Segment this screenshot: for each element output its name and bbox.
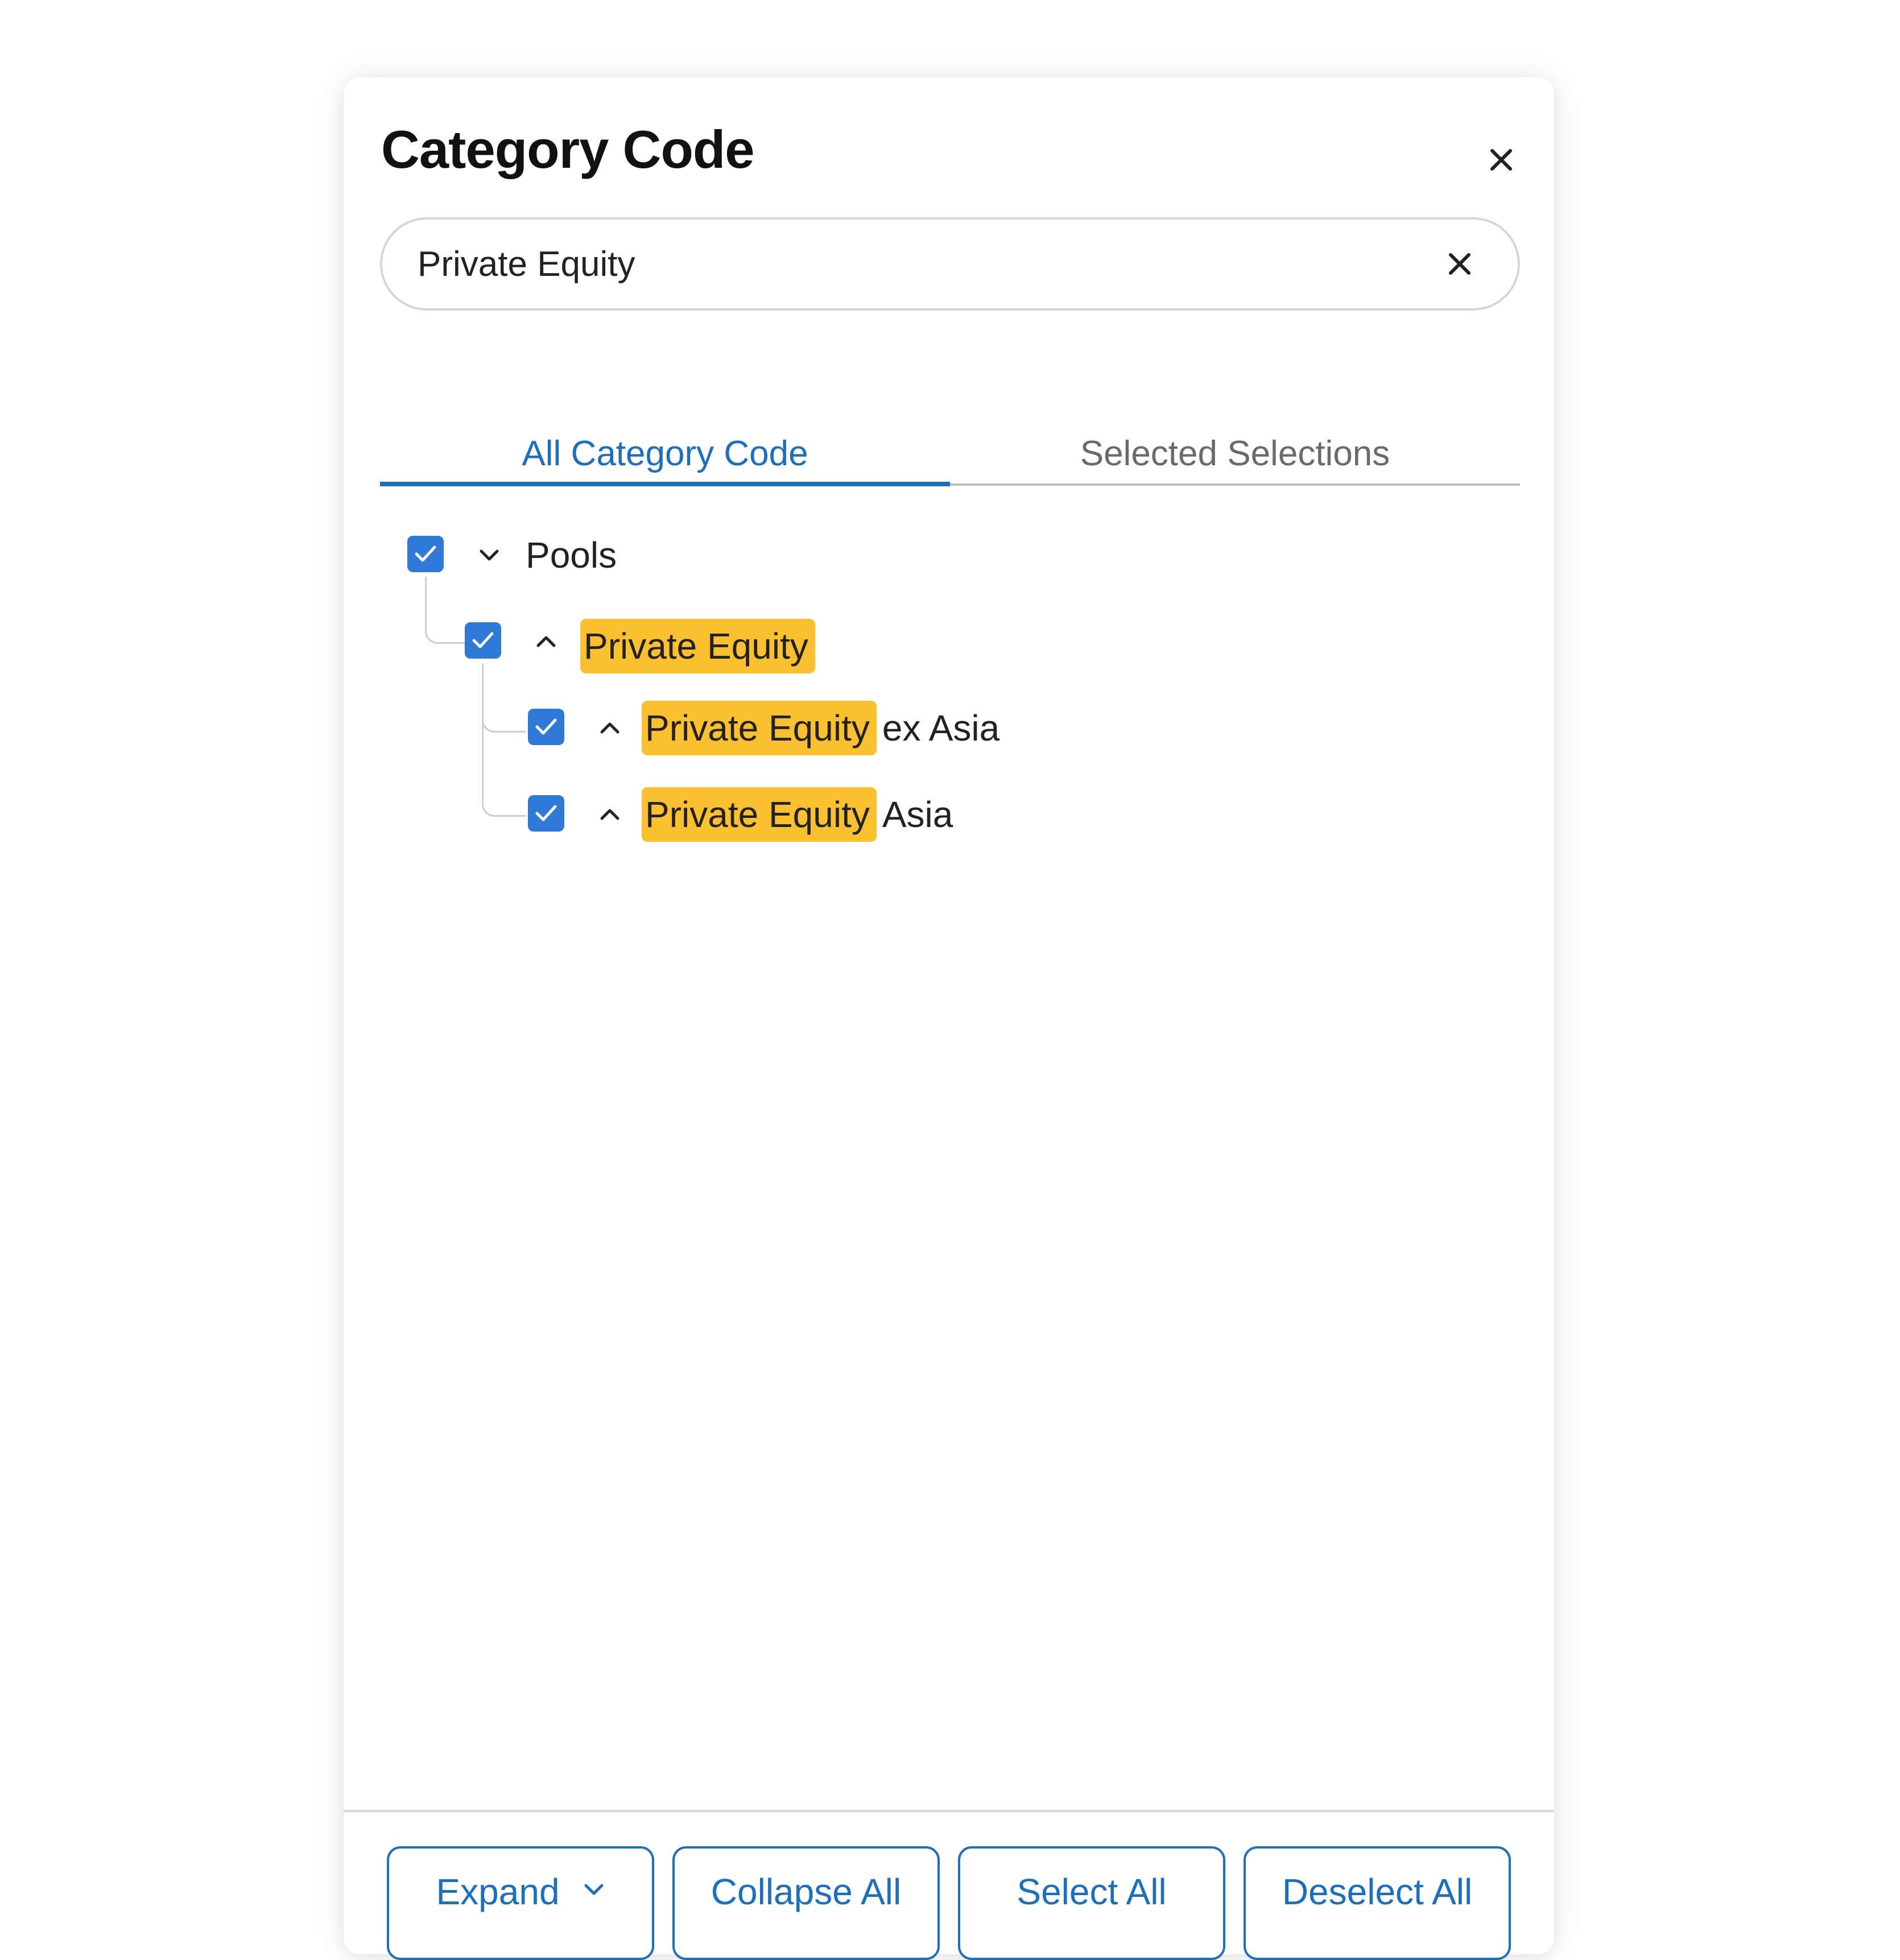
- expand-toggle-private-equity-ex-asia[interactable]: [594, 712, 626, 744]
- deselect-all-label: Deselect All: [1282, 1871, 1473, 1912]
- tree-connector: [482, 663, 526, 817]
- search-match-highlight: Private Equity: [580, 619, 815, 673]
- search-input[interactable]: Private Equity: [418, 244, 635, 284]
- expand-toggle-pools[interactable]: [473, 539, 505, 571]
- chevron-up-icon: [600, 722, 619, 734]
- close-icon: [1490, 149, 1512, 171]
- select-all-button[interactable]: Select All: [958, 1846, 1225, 1960]
- select-all-label: Select All: [1017, 1871, 1167, 1912]
- tree-node-private-equity-asia[interactable]: Private Equity Asia: [642, 787, 953, 842]
- checkmark-icon: [472, 632, 494, 648]
- close-icon: [1449, 253, 1471, 275]
- tab-selected-selections[interactable]: Selected Selections: [950, 423, 1520, 483]
- chevron-down-icon: [480, 549, 499, 561]
- search-match-highlight: Private Equity: [642, 787, 877, 842]
- checkbox-private-equity[interactable]: [465, 622, 501, 659]
- tree-node-pools[interactable]: Pools: [526, 528, 617, 582]
- node-label-suffix: ex Asia: [882, 708, 1000, 749]
- tab-all-category-code[interactable]: All Category Code: [380, 423, 950, 486]
- dialog-title: Category Code: [381, 119, 755, 179]
- checkbox-pools[interactable]: [407, 536, 444, 572]
- expand-toggle-private-equity-asia[interactable]: [594, 799, 626, 830]
- checkbox-private-equity-asia[interactable]: [528, 795, 564, 832]
- search-field[interactable]: Private Equity: [380, 217, 1520, 311]
- chevron-up-icon: [600, 809, 619, 820]
- checkmark-icon: [535, 805, 557, 821]
- tree-node-private-equity[interactable]: Private Equity: [580, 619, 815, 673]
- checkmark-icon: [535, 718, 557, 735]
- checkmark-icon: [415, 545, 436, 562]
- chevron-down-icon: [584, 1884, 604, 1895]
- expand-button-label: Expand: [436, 1871, 560, 1912]
- close-button[interactable]: [1481, 140, 1521, 180]
- dialog-footer: Expand Collapse All Select All Deselect …: [344, 1810, 1554, 1960]
- search-match-highlight: Private Equity: [642, 701, 877, 755]
- collapse-all-label: Collapse All: [711, 1871, 902, 1912]
- category-code-dialog: Category Code Private Equity All Categor…: [344, 77, 1554, 1960]
- expand-toggle-private-equity[interactable]: [530, 626, 562, 658]
- tab-bar: All Category Code Selected Selections: [380, 423, 1520, 486]
- category-tree: Pools Private Equity Private Equity ex A…: [344, 77, 1554, 1954]
- tree-node-private-equity-ex-asia[interactable]: Private Equity ex Asia: [642, 701, 999, 755]
- collapse-all-button[interactable]: Collapse All: [672, 1846, 940, 1960]
- deselect-all-button[interactable]: Deselect All: [1244, 1846, 1511, 1960]
- chevron-up-icon: [536, 636, 556, 647]
- checkbox-private-equity-ex-asia[interactable]: [528, 709, 564, 745]
- node-label: Pools: [526, 535, 617, 576]
- node-label-suffix: Asia: [882, 794, 953, 835]
- tree-connector: [425, 577, 465, 644]
- expand-button[interactable]: Expand: [387, 1846, 654, 1960]
- search-clear-button[interactable]: [1441, 246, 1478, 282]
